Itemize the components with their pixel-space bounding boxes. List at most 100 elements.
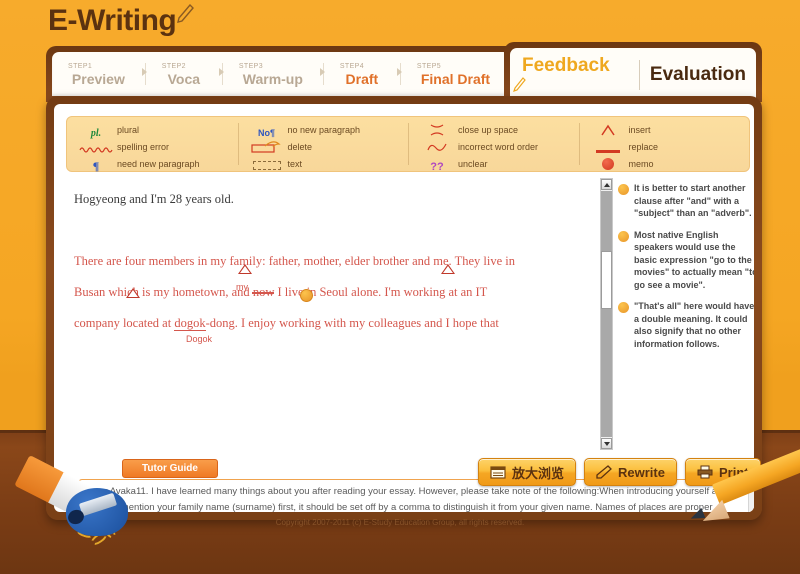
legend-label: no new paragraph (287, 125, 361, 135)
legend-label: unclear (458, 159, 488, 169)
legend-label: close up space (458, 125, 519, 135)
window-zoom-icon (490, 466, 506, 479)
memo-dot-mark-icon (587, 157, 629, 172)
feedback-tab-list: Feedback Evaluation (510, 48, 756, 102)
step-tab-1[interactable]: STEP1 Preview (52, 60, 145, 89)
main-panel: pl. plural spelling error ¶ need new par… (46, 96, 762, 520)
feedback-note[interactable]: Most native English speakers would use t… (618, 229, 754, 292)
transpose-mark-icon (416, 140, 458, 155)
unclear-mark-icon: ?? (416, 157, 458, 173)
step-label: Voca (167, 70, 201, 87)
caret-insert-mark-icon (587, 123, 629, 138)
essay-blank-line (74, 215, 576, 246)
legend-item-replace: replace (587, 139, 746, 155)
step-label: Preview (71, 70, 125, 87)
feedback-note[interactable]: "That's all" here would have a double me… (618, 300, 754, 350)
close-up-mark-icon (416, 123, 458, 138)
legend-column-3: close up space incorrect word order ?? u… (408, 117, 579, 173)
legend-label: incorrect word order (458, 142, 539, 152)
legend-column-1: pl. plural spelling error ¶ need new par… (67, 117, 238, 173)
legend-label: spelling error (117, 142, 170, 152)
legend-label: memo (628, 159, 654, 169)
tab-divider (638, 60, 640, 90)
legend-item-text: text (246, 156, 405, 172)
rewrite-label: Rewrite (618, 464, 665, 480)
feedback-note[interactable]: It is better to start another clause aft… (618, 182, 754, 220)
plural-mark-icon: pl. (75, 123, 117, 139)
squiggle-mark-icon (75, 140, 117, 155)
strike-replace-mark-icon (587, 140, 629, 155)
essay-line-4a: company located at (74, 316, 175, 330)
legend-column-2: No¶ no new paragraph delete text (237, 117, 409, 172)
step-number: STEP5 (416, 62, 442, 70)
pencil-object (690, 445, 800, 530)
step-number: STEP1 (68, 62, 93, 70)
scrollbar-track-lower[interactable] (601, 309, 612, 437)
step-number: STEP2 (161, 62, 186, 70)
essay-scrollbar[interactable] (600, 178, 613, 450)
feedback-notes-panel: It is better to start another clause aft… (616, 178, 754, 450)
feedback-note-text: "That's all" here would have a double me… (634, 301, 754, 349)
essay-line-4: company located at dogok-dong. I enjoy w… (74, 308, 576, 344)
delete-mark-icon (246, 140, 288, 155)
essay-line-4c: -dong. I enjoy working with my colleague… (205, 316, 499, 330)
step-tab-3[interactable]: STEP3 Warm-up (223, 60, 323, 89)
legend-item-plural: pl. plural (75, 122, 234, 139)
tutor-guide-tab[interactable]: Tutor Guide (122, 459, 218, 478)
feedback-tabbar: Feedback Evaluation (504, 42, 762, 102)
unclear-glyph: ?? (430, 160, 444, 173)
legend-column-4: insert replace memo (578, 117, 750, 172)
essay-line-2-text: There are four members in my family: fat… (74, 254, 515, 268)
step-tab-4[interactable]: STEP4 Draft (324, 60, 400, 89)
scroll-down-button[interactable] (601, 438, 612, 449)
tab-feedback-label: Feedback (522, 54, 610, 76)
pencil-icon (177, 4, 194, 23)
feedback-note-text: Most native English speakers would use t… (634, 229, 754, 290)
rewrite-button[interactable]: Rewrite (584, 458, 677, 486)
step-number: STEP4 (339, 62, 365, 70)
enlarge-view-label: 放大浏览 (512, 465, 565, 481)
legend-label: plural (117, 125, 140, 135)
essay-strikethrough-now: now (252, 285, 275, 299)
pilcrow-glyph: ¶ (92, 158, 100, 173)
step-tab-5[interactable]: STEP5 Final Draft (401, 60, 510, 89)
tab-evaluation[interactable]: Evaluation (650, 64, 756, 86)
legend-item-delete: delete (246, 139, 405, 155)
legend-label: insert (628, 125, 651, 135)
essay-viewport[interactable]: Hogyeong and I'm 28 years old. There are… (66, 178, 596, 450)
legend-label: text (287, 159, 303, 169)
legend-item-word-order: incorrect word order (416, 139, 575, 155)
pilcrow-mark-icon: ¶ (75, 157, 117, 173)
legend-item-unclear: ?? unclear (416, 156, 575, 173)
step-tab-2[interactable]: STEP2 Voca (146, 60, 222, 89)
no-pilcrow-mark-icon: No¶ (246, 123, 288, 138)
legend-item-spelling: spelling error (75, 139, 234, 155)
scrollbar-track-upper[interactable] (601, 191, 612, 251)
essay-line-3c: I live in Seoul alone. I'm working at an… (274, 285, 488, 299)
tab-feedback[interactable]: Feedback (510, 55, 629, 96)
plural-glyph: pl. (90, 127, 102, 139)
panel-content: pl. plural spelling error ¶ need new par… (54, 104, 754, 512)
pencil-icon (513, 76, 526, 92)
proofreading-legend: pl. plural spelling error ¶ need new par… (66, 116, 750, 173)
memo-dot-mark-icon (618, 302, 629, 313)
memo-dot-mark-icon (618, 184, 629, 195)
pencil-sharpener-object (66, 488, 128, 536)
legend-label: need new paragraph (117, 159, 200, 169)
pencil-icon (596, 465, 612, 479)
scrollbar-thumb[interactable] (601, 251, 612, 309)
legend-label: delete (287, 142, 313, 152)
enlarge-view-button[interactable]: 放大浏览 (478, 458, 577, 486)
legend-item-no-new-paragraph: No¶ no new paragraph (246, 122, 405, 138)
chevron-up-icon (603, 182, 610, 187)
step-number: STEP3 (238, 62, 264, 70)
scroll-up-button[interactable] (601, 179, 612, 190)
text-box-mark-icon (246, 157, 288, 172)
memo-dot-mark-icon (618, 230, 629, 242)
legend-item-close-up: close up space (416, 122, 575, 138)
essay-line-2: There are four members in my family: fat… (74, 246, 576, 292)
step-label: Draft (345, 70, 379, 87)
legend-item-memo: memo (587, 156, 746, 172)
step-list: STEP1 Preview STEP2 Voca STEP3 Warm-up S… (52, 52, 510, 96)
legend-label: replace (628, 142, 659, 152)
